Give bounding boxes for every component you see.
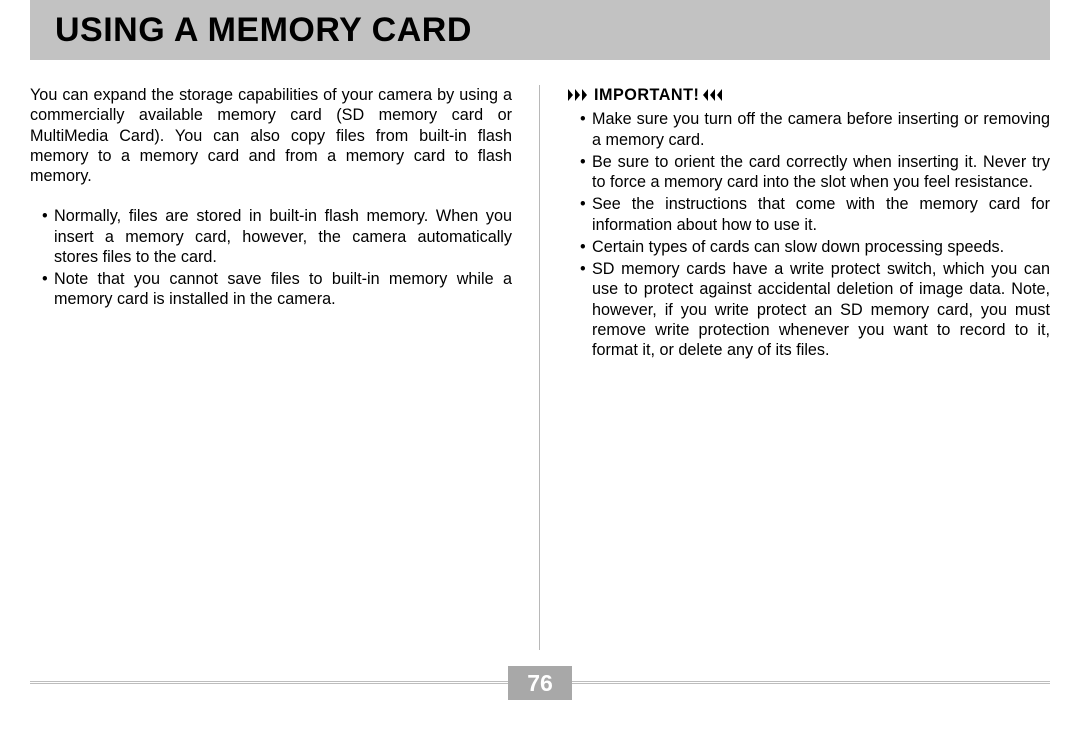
list-item: See the instructions that come with the … (580, 194, 1050, 235)
page-number: 76 (508, 666, 572, 700)
column-divider (539, 85, 540, 650)
list-item: Be sure to orient the card correctly whe… (580, 152, 1050, 193)
intro-paragraph: You can expand the storage capabilities … (30, 85, 512, 186)
left-bullet-list: Normally, files are stored in built-in f… (30, 206, 512, 309)
title-band: USING A MEMORY CARD (30, 0, 1050, 60)
left-column: You can expand the storage capabilities … (30, 85, 512, 650)
important-bullet-list: Make sure you turn off the camera before… (568, 109, 1050, 360)
list-item: Make sure you turn off the camera before… (580, 109, 1050, 150)
page-title: USING A MEMORY CARD (30, 11, 472, 50)
important-label: IMPORTANT! (594, 85, 699, 105)
list-item: SD memory cards have a write protect swi… (580, 259, 1050, 360)
important-left-icon (568, 89, 590, 101)
content-columns: You can expand the storage capabilities … (30, 85, 1050, 650)
important-heading: IMPORTANT! (568, 85, 1050, 105)
right-column: IMPORTANT! Make sure you turn off the ca… (568, 85, 1050, 650)
list-item: Note that you cannot save files to built… (42, 269, 512, 310)
list-item: Normally, files are stored in built-in f… (42, 206, 512, 267)
list-item: Certain types of cards can slow down pro… (580, 237, 1050, 257)
important-right-icon (703, 89, 725, 101)
